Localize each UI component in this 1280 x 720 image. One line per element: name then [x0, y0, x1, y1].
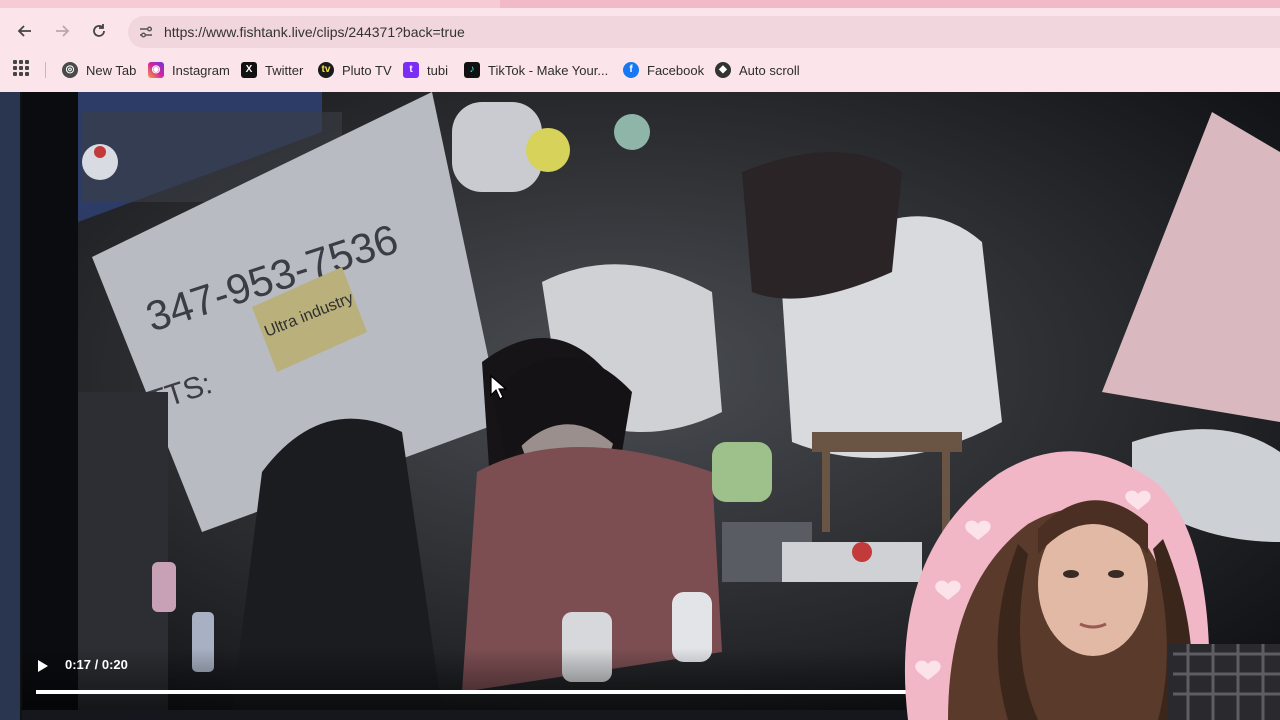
webcam-overlay — [904, 451, 1280, 720]
bookmark-label: Instagram — [172, 62, 230, 78]
active-tab[interactable] — [500, 0, 1280, 8]
bookmark-label: Facebook — [647, 62, 705, 78]
bookmark-new-tab[interactable]: ◎ New Tab — [62, 59, 136, 81]
back-button[interactable] — [11, 18, 39, 44]
instagram-icon: ◉ — [148, 62, 164, 78]
facebook-icon: f — [623, 62, 639, 78]
bookmark-label: New Tab — [86, 62, 137, 78]
bookmark-label: Twitter — [265, 62, 304, 78]
url-text[interactable]: https://www.fishtank.live/clips/244371?b… — [164, 24, 465, 40]
bookmark-tiktok[interactable]: ♪ TikTok - Make Your... — [464, 59, 608, 81]
bookmark-twitter[interactable]: X Twitter — [241, 59, 303, 81]
bookmark-tubi[interactable]: t tubi — [403, 59, 448, 81]
time-display: 0:17 / 0:20 — [65, 657, 128, 672]
bookmark-label: Auto scroll — [739, 62, 800, 78]
address-bar[interactable]: https://www.fishtank.live/clips/244371?b… — [128, 16, 1280, 48]
auto-scroll-icon: ◆ — [715, 62, 731, 78]
tune-icon[interactable] — [136, 22, 156, 42]
forward-button[interactable] — [48, 18, 76, 44]
play-button[interactable] — [38, 660, 48, 672]
bookmark-label: TikTok - Make Your... — [488, 62, 609, 78]
bookmarks-bar: ◎ New Tab ◉ Instagram X Twitter tv Pluto… — [0, 56, 1280, 84]
sidebar-strip — [0, 92, 20, 720]
pluto-tv-icon: tv — [318, 62, 334, 78]
bookmark-facebook[interactable]: f Facebook — [623, 59, 704, 81]
arrow-left-icon — [17, 25, 31, 37]
bookmark-auto-scroll[interactable]: ◆ Auto scroll — [715, 59, 800, 81]
arrow-right-icon — [56, 25, 70, 37]
x-icon: X — [241, 62, 257, 78]
tiktok-icon: ♪ — [464, 62, 480, 78]
bookmark-label: Pluto TV — [342, 62, 392, 78]
navigation-row: https://www.fishtank.live/clips/244371?b… — [0, 12, 1280, 50]
bookmark-pluto-tv[interactable]: tv Pluto TV — [318, 59, 392, 81]
apps-grid-icon[interactable] — [13, 60, 29, 76]
tab-strip — [0, 0, 1280, 8]
chrome-icon: ◎ — [62, 62, 78, 78]
bookmark-instagram[interactable]: ◉ Instagram — [148, 59, 230, 81]
reload-icon — [93, 24, 105, 37]
tubi-icon: t — [403, 62, 419, 78]
reload-button[interactable] — [85, 18, 113, 44]
browser-toolbar: https://www.fishtank.live/clips/244371?b… — [0, 0, 1280, 92]
bookmark-label: tubi — [427, 62, 448, 78]
bookmarks-separator — [45, 62, 46, 78]
mouse-cursor-icon — [490, 375, 508, 400]
